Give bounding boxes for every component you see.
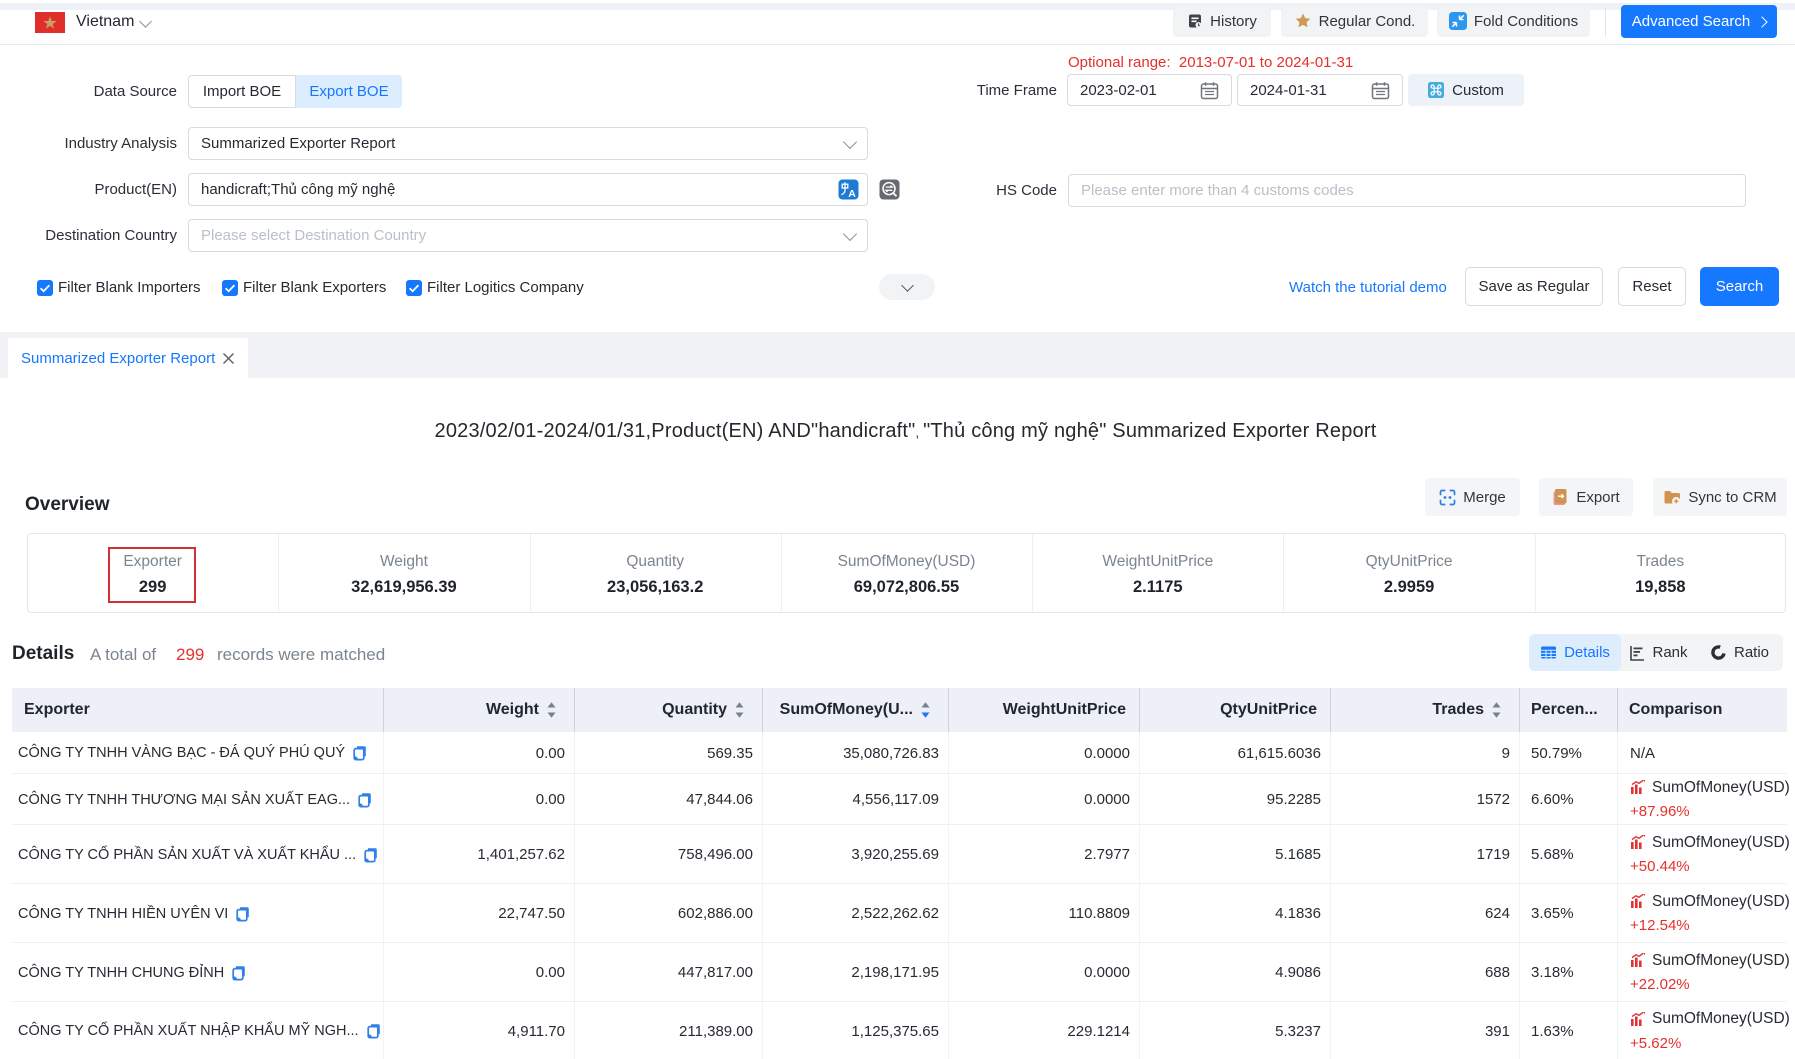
- svg-text:A: A: [848, 188, 856, 200]
